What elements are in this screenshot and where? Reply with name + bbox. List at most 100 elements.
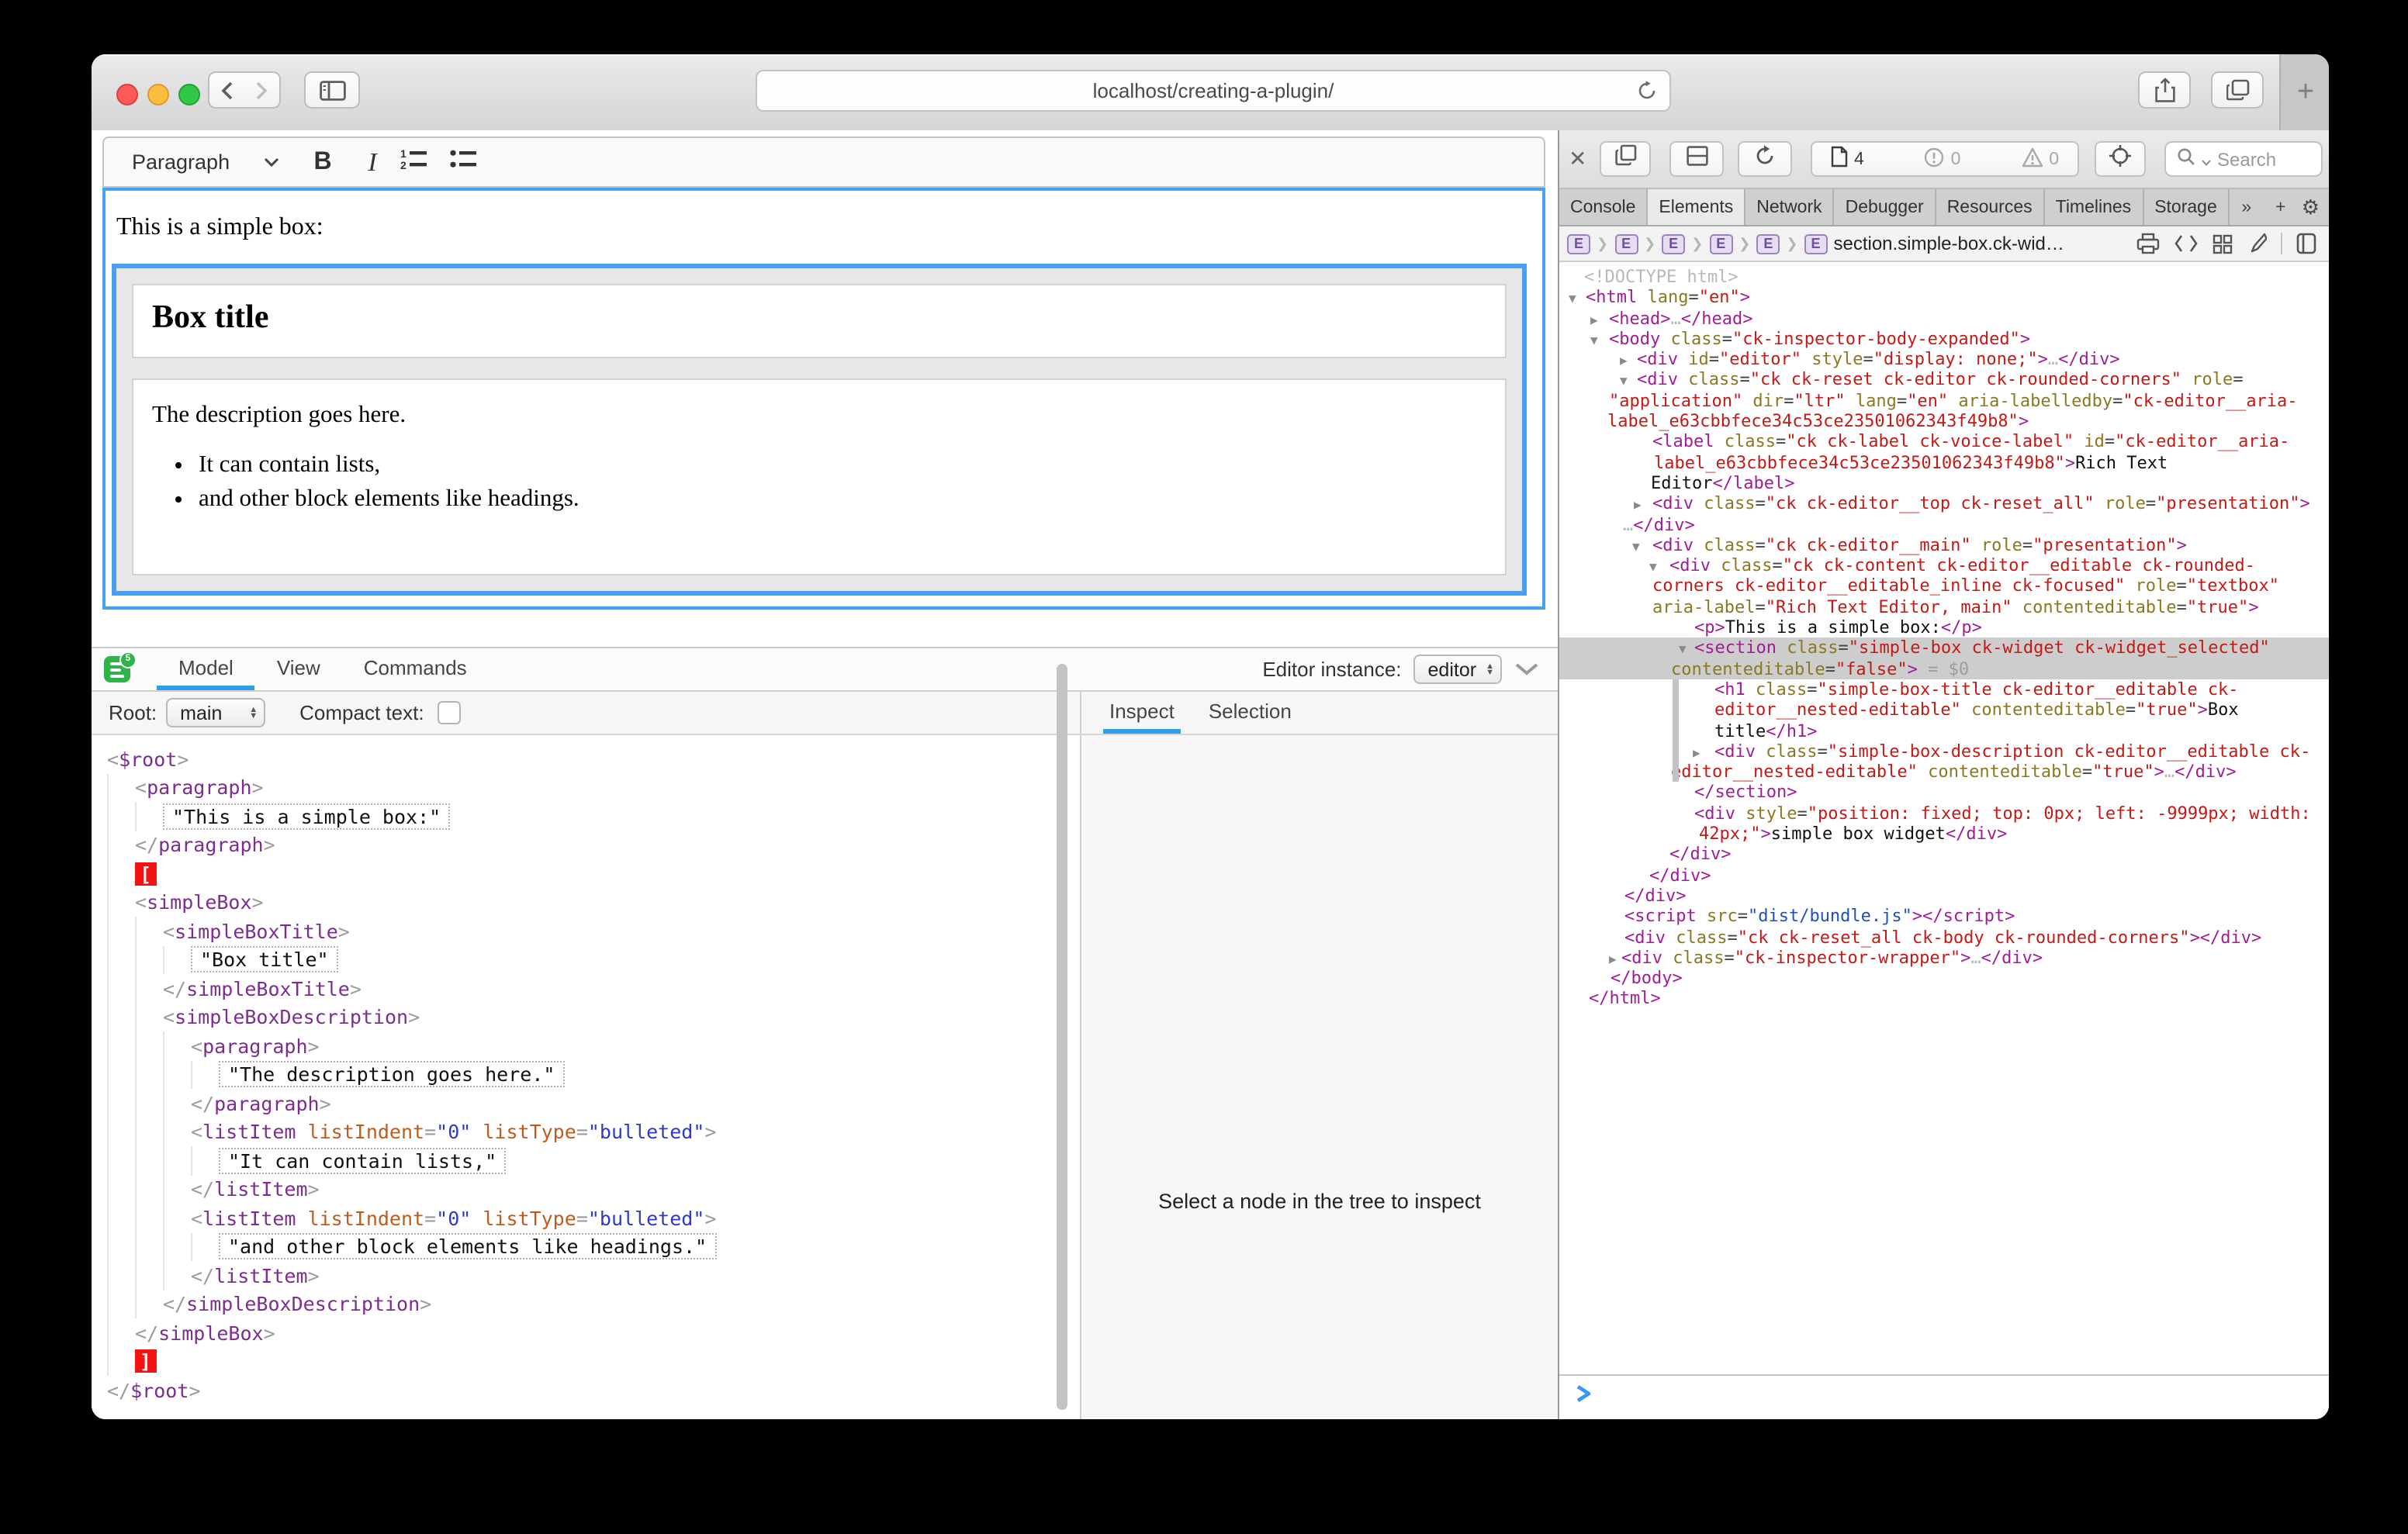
collapsed-triangle-icon[interactable]: ▶ <box>1634 496 1642 517</box>
element-badge-icon[interactable]: E <box>1804 233 1827 254</box>
show-tabs-button[interactable] <box>2211 71 2264 109</box>
model-tree-line[interactable]: <simpleBox> <box>107 888 1078 917</box>
gear-icon[interactable]: ⚙ <box>2302 189 2320 225</box>
code-line[interactable]: ▶<div class="ck ck-editor__top ck-reset_… <box>1559 494 2329 515</box>
collapsed-triangle-icon[interactable]: ▶ <box>1693 743 1700 764</box>
element-picker-button[interactable] <box>2095 141 2146 177</box>
model-tree-line[interactable]: "Box title" <box>107 945 1078 974</box>
code-line[interactable]: <p>This is a simple box:</p> <box>1559 617 2329 638</box>
quick-console[interactable] <box>1559 1374 2329 1419</box>
model-tree-line[interactable]: </paragraph> <box>107 831 1078 859</box>
devtools-tab-debugger[interactable]: Debugger <box>1835 189 1936 225</box>
bold-button[interactable]: B <box>307 138 338 186</box>
close-devtools-button[interactable]: ✕ <box>1569 130 1586 188</box>
model-tree-line[interactable]: [ <box>107 859 1078 888</box>
code-line[interactable]: contenteditable="false"> = $0 <box>1559 658 2329 679</box>
code-line[interactable]: </div> <box>1559 886 2329 907</box>
grid-overlay-icon[interactable] <box>2213 233 2233 254</box>
devtools-tab-elements[interactable]: Elements <box>1648 189 1745 225</box>
element-badge-icon[interactable]: E <box>1709 233 1732 254</box>
expanded-triangle-icon[interactable]: ▼ <box>1649 557 1657 578</box>
element-badge-icon[interactable]: E <box>1567 233 1590 254</box>
code-line[interactable]: </section> <box>1559 783 2329 803</box>
code-line[interactable]: <!DOCTYPE html> <box>1559 267 2329 288</box>
resource-status-group[interactable]: 4 0 0 <box>1811 141 2079 177</box>
model-tree-line[interactable]: </listItem> <box>107 1261 1078 1290</box>
italic-button[interactable]: I <box>357 138 388 186</box>
details-sidebar-icon[interactable] <box>2296 233 2316 254</box>
numbered-list-button[interactable]: 12 <box>400 138 428 186</box>
code-line[interactable]: <script src="dist/bundle.js"></script> <box>1559 906 2329 927</box>
tab-view[interactable]: View <box>255 648 342 690</box>
root-select[interactable]: main ▲▼ <box>166 698 265 727</box>
expanded-triangle-icon[interactable]: ▼ <box>1679 640 1687 661</box>
code-line[interactable]: ▼<html lang="en"> <box>1559 288 2329 309</box>
model-tree-line[interactable]: ] <box>107 1347 1078 1376</box>
code-line[interactable]: ▼<div class="ck ck-content ck-editor__ed… <box>1559 555 2329 576</box>
devtools-tab-console[interactable]: Console <box>1559 189 1648 225</box>
side-tab-selection[interactable]: Selection <box>1202 692 1298 734</box>
add-tab-button[interactable]: + <box>2264 189 2298 225</box>
compact-text-checkbox[interactable] <box>438 701 462 724</box>
collapsed-triangle-icon[interactable]: ▶ <box>1590 309 1598 330</box>
new-tab-button[interactable]: + <box>2279 54 2329 130</box>
zoom-window-button[interactable] <box>178 84 200 105</box>
collapsed-triangle-icon[interactable]: ▶ <box>1609 949 1617 970</box>
share-button[interactable] <box>2138 71 2191 109</box>
model-tree-line[interactable]: <simpleBoxDescription> <box>107 1003 1078 1031</box>
devtools-tab-resources[interactable]: Resources <box>1936 189 2045 225</box>
chevron-down-icon[interactable] <box>264 138 279 186</box>
minimize-window-button[interactable] <box>147 84 169 105</box>
code-line[interactable]: </div> <box>1559 845 2329 865</box>
collapsed-triangle-icon[interactable]: ▶ <box>1620 351 1628 371</box>
dock-side-button[interactable] <box>1600 141 1651 177</box>
side-tab-inspect[interactable]: Inspect <box>1103 692 1181 734</box>
simple-box-description-editable[interactable]: The description goes here. It can contai… <box>132 378 1507 575</box>
code-line[interactable]: aria-label="Rich Text Editor, main" cont… <box>1559 597 2329 618</box>
devtools-tab-network[interactable]: Network <box>1745 189 1834 225</box>
source-code-icon[interactable] <box>2174 234 2199 253</box>
model-tree-line[interactable]: <paragraph> <box>107 773 1078 802</box>
intro-paragraph[interactable]: This is a simple box: <box>116 214 323 242</box>
bulleted-list-button[interactable] <box>450 138 478 186</box>
code-line[interactable]: ▼<body class="ck-inspector-body-expanded… <box>1559 329 2329 350</box>
model-tree-line[interactable]: </listItem> <box>107 1175 1078 1204</box>
simple-box-title-editable[interactable]: Box title <box>132 284 1507 358</box>
element-badge-icon[interactable]: E <box>1614 233 1638 254</box>
expanded-triangle-icon[interactable]: ▼ <box>1590 330 1598 351</box>
model-tree[interactable]: <$root><paragraph>"This is a simple box:… <box>92 735 1078 1419</box>
model-tree-line[interactable]: </simpleBoxDescription> <box>107 1290 1078 1318</box>
element-badge-icon[interactable]: E <box>1756 233 1780 254</box>
code-line[interactable]: <div style="position: fixed; top: 0px; l… <box>1559 803 2329 824</box>
more-tabs-button[interactable]: » <box>2230 189 2264 225</box>
dom-tree[interactable]: <!DOCTYPE html>▼<html lang="en">▶<head>…… <box>1559 262 2329 1374</box>
code-line[interactable]: ▶<div class="ck-inspector-wrapper">…</di… <box>1559 948 2329 969</box>
paint-flashing-icon[interactable] <box>2247 233 2267 254</box>
model-tree-line[interactable]: <$root> <box>107 745 1078 773</box>
breadcrumb-selected-node[interactable]: section.simple-box.ck-wid… <box>1833 233 2064 254</box>
reload-page-button[interactable] <box>1738 141 1792 177</box>
code-line[interactable]: <div class="ck ck-reset_all ck-body ck-r… <box>1559 927 2329 948</box>
code-line[interactable]: …</div> <box>1559 514 2329 535</box>
collapse-inspector-icon[interactable] <box>1514 658 1539 681</box>
model-tree-line[interactable]: </paragraph> <box>107 1089 1078 1118</box>
code-line[interactable]: ▶<head>…</head> <box>1559 308 2329 329</box>
tab-commands[interactable]: Commands <box>342 648 489 690</box>
paragraph-dropdown[interactable]: Paragraph <box>132 138 230 186</box>
code-line[interactable]: label_e63cbbfece34c53ce23501062343f49b8"… <box>1559 452 2329 473</box>
model-tree-line[interactable]: "and other block elements like headings.… <box>107 1232 1078 1261</box>
dock-bottom-button[interactable] <box>1669 141 1724 177</box>
code-line[interactable]: ▼<div class="ck ck-reset ck-editor ck-ro… <box>1559 370 2329 391</box>
model-tree-line[interactable]: <simpleBoxTitle> <box>107 917 1078 945</box>
reload-icon[interactable] <box>1635 79 1659 107</box>
code-line[interactable]: <label class="ck ck-label ck-voice-label… <box>1559 432 2329 453</box>
forward-button[interactable] <box>244 71 281 109</box>
expanded-triangle-icon[interactable]: ▼ <box>1569 289 1576 310</box>
code-line[interactable]: </html> <box>1559 989 2329 1010</box>
search-input[interactable]: Search <box>2164 141 2323 177</box>
model-tree-line[interactable]: </$root> <box>107 1376 1078 1404</box>
code-line[interactable]: </div> <box>1559 865 2329 886</box>
model-tree-line[interactable]: <listItem listIndent="0" listType="bulle… <box>107 1204 1078 1232</box>
code-line[interactable]: Editor</label> <box>1559 473 2329 494</box>
url-field[interactable]: localhost/creating-a-plugin/ <box>756 70 1671 112</box>
